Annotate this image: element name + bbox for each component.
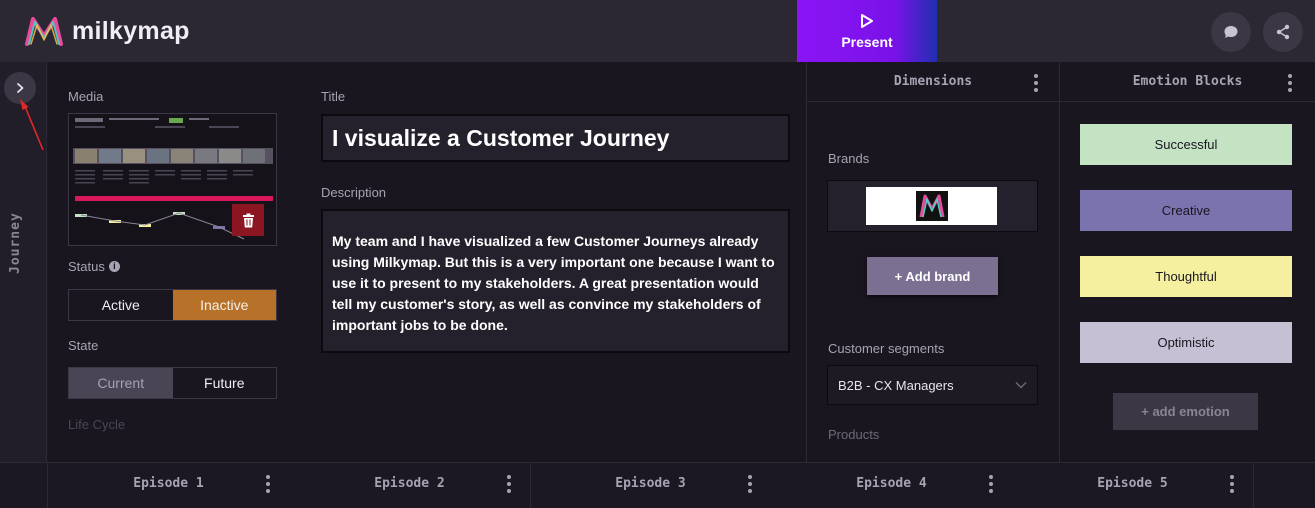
present-label: Present [841, 34, 893, 50]
add-emotion-button[interactable]: + add emotion [1113, 393, 1258, 430]
episode-header-4[interactable]: Episode 4 [771, 462, 1012, 504]
more-vertical-icon[interactable] [748, 475, 752, 493]
emotion-block-thoughtful[interactable]: Thoughtful [1080, 256, 1292, 297]
dimensions-title: Dimensions [893, 74, 973, 89]
episode-title: Episode 1 [133, 475, 204, 491]
episode-title: Episode 3 [615, 475, 686, 491]
brands-label: Brands [828, 151, 870, 166]
brand-logo-icon [915, 191, 948, 221]
app-logo[interactable]: milkymap [24, 14, 190, 48]
description-textarea[interactable]: My team and I have visualized a few Cust… [321, 209, 790, 353]
episode-header-5[interactable]: Episode 5 [1012, 462, 1253, 504]
comments-button[interactable] [1211, 12, 1251, 52]
episode-title: Episode 5 [1097, 475, 1168, 491]
title-label: Title [321, 89, 346, 104]
state-toggle: Current Future [68, 367, 277, 399]
present-button[interactable]: Present [797, 0, 937, 62]
brand-logo [866, 187, 997, 225]
dimensions-header: Dimensions [807, 62, 1059, 102]
more-vertical-icon[interactable] [507, 475, 511, 493]
description-label: Description [321, 185, 387, 200]
share-button[interactable] [1263, 12, 1303, 52]
episode-header-1[interactable]: Episode 1 [48, 462, 289, 504]
trash-icon [242, 213, 254, 227]
customer-segments-label: Customer segments [828, 341, 945, 356]
media-thumbnail[interactable] [68, 113, 277, 246]
customer-segment-value: B2B - CX Managers [838, 377, 954, 393]
app-name: milkymap [72, 16, 190, 45]
sidebar-tab-journey[interactable]: Journey [8, 210, 23, 274]
state-label: State [68, 338, 99, 353]
episode-divider [1253, 462, 1254, 508]
play-icon [861, 14, 873, 28]
logo-icon [25, 17, 63, 46]
brand-item[interactable] [827, 180, 1038, 232]
emotion-block-optimistic[interactable]: Optimistic [1080, 322, 1292, 363]
lifecycle-label: Life Cycle [68, 417, 126, 432]
chevron-right-icon [17, 83, 24, 93]
annotation-arrow-icon [20, 99, 44, 151]
more-vertical-icon[interactable] [1230, 475, 1234, 493]
episode-header-2[interactable]: Episode 2 [289, 462, 530, 504]
customer-segment-select[interactable]: B2B - CX Managers [827, 365, 1038, 405]
emotion-blocks-title: Emotion Blocks [1132, 74, 1243, 89]
episode-title: Episode 4 [856, 475, 927, 491]
more-vertical-icon[interactable] [266, 475, 270, 493]
episode-header-3[interactable]: Episode 3 [530, 462, 771, 504]
delete-media-button[interactable] [232, 204, 264, 236]
emotion-block-successful[interactable]: Successful [1080, 124, 1292, 165]
more-vertical-icon[interactable] [1034, 74, 1038, 92]
status-option-active[interactable]: Active [69, 290, 173, 320]
info-icon[interactable]: i [108, 261, 120, 272]
share-icon [1276, 24, 1290, 40]
status-label-wrap: Status i [68, 259, 120, 274]
episode-title: Episode 2 [374, 475, 445, 491]
chevron-down-icon [1015, 382, 1027, 389]
top-bar: milkymap Present [0, 0, 1315, 62]
emotion-blocks-header: Emotion Blocks [1060, 62, 1315, 102]
status-label: Status [68, 259, 105, 274]
status-toggle: Active Inactive [68, 289, 277, 321]
media-label: Media [68, 89, 104, 104]
add-brand-button[interactable]: + Add brand [867, 257, 998, 295]
state-option-current[interactable]: Current [69, 368, 173, 398]
more-vertical-icon[interactable] [1288, 74, 1292, 92]
emotion-block-creative[interactable]: Creative [1080, 190, 1292, 231]
more-vertical-icon[interactable] [989, 475, 993, 493]
state-option-future[interactable]: Future [173, 368, 277, 398]
status-option-inactive[interactable]: Inactive [172, 290, 276, 320]
title-input[interactable]: I visualize a Customer Journey [321, 114, 790, 162]
products-label: Products [828, 427, 880, 442]
comment-icon [1224, 26, 1238, 38]
